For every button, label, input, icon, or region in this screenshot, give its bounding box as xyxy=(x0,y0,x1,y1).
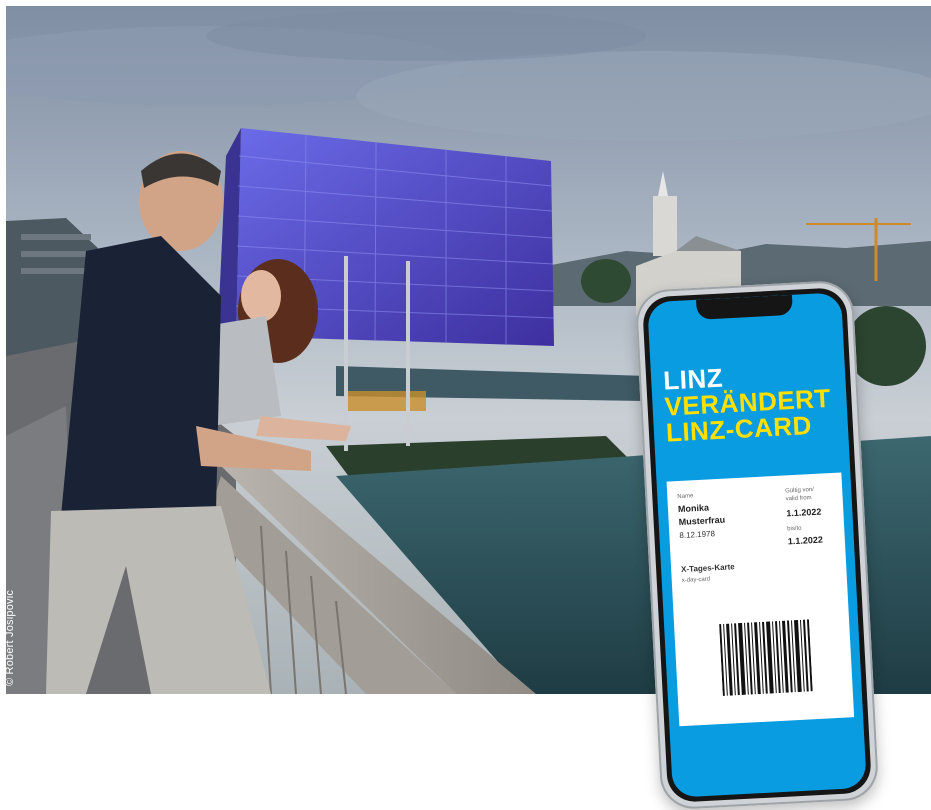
card-type-en: x-day-card xyxy=(681,576,711,584)
valid-until-date: 1.1.2022 xyxy=(787,534,824,547)
smartphone: LINZ VERÄNDERT LINZ-CARD Name Monika Mus… xyxy=(634,279,880,810)
photo-credit: © Robert Josipovic xyxy=(6,589,16,686)
valid-from-label-en: valid from xyxy=(785,495,812,503)
headline-line-3: LINZ-CARD xyxy=(665,409,813,448)
linz-card-headline: LINZ VERÄNDERT LINZ-CARD xyxy=(662,359,833,448)
first-name: Monika xyxy=(677,502,710,515)
birth-date: 8.12.1978 xyxy=(679,529,716,541)
phone-frame: LINZ VERÄNDERT LINZ-CARD Name Monika Mus… xyxy=(634,279,880,810)
barcode xyxy=(719,619,813,696)
card-type: X-Tages-Karte xyxy=(680,562,735,574)
phone-screen: LINZ VERÄNDERT LINZ-CARD Name Monika Mus… xyxy=(647,292,867,798)
last-name: Musterfrau xyxy=(678,514,726,528)
name-label: Name xyxy=(677,493,694,501)
phone-bezel: LINZ VERÄNDERT LINZ-CARD Name Monika Mus… xyxy=(641,287,873,803)
valid-until-label: bis/to xyxy=(787,525,802,533)
ticket-card: Name Monika Musterfrau 8.12.1978 Gültig … xyxy=(666,472,855,727)
phone-notch xyxy=(696,294,794,320)
valid-from-date: 1.1.2022 xyxy=(786,506,822,519)
